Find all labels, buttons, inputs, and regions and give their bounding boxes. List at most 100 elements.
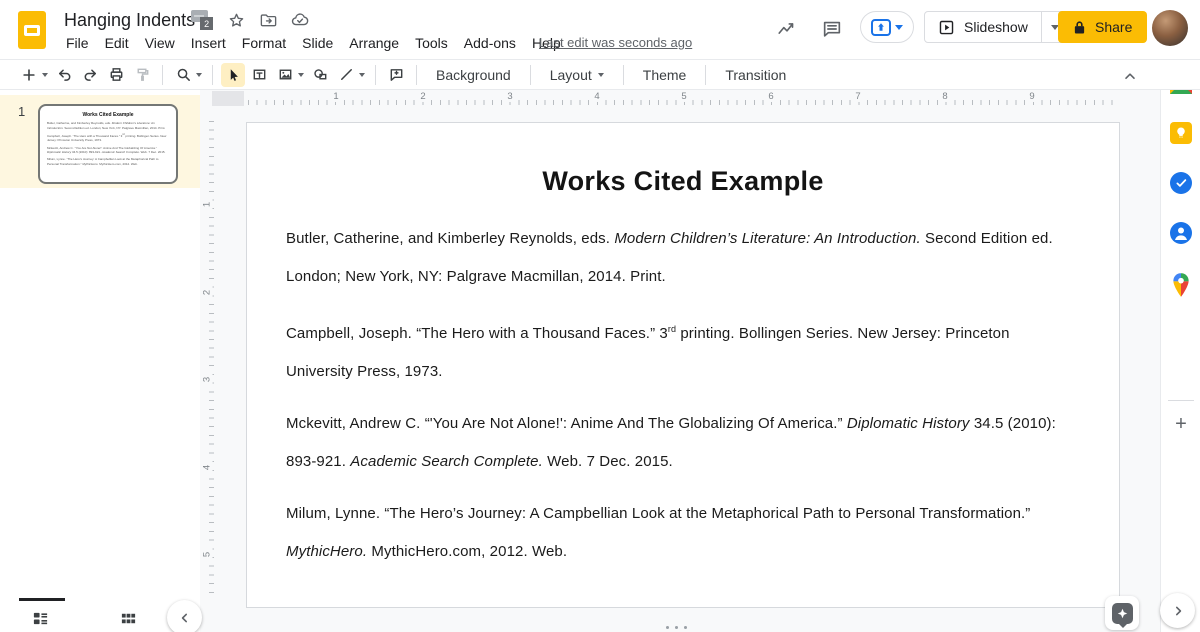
vruler-number: 2: [202, 285, 213, 299]
background-button[interactable]: Background: [424, 64, 523, 86]
citation: Butler, Catherine, and Kimberley Reynold…: [47, 121, 169, 130]
slides-logo[interactable]: [18, 11, 46, 49]
tasks-icon[interactable]: [1169, 171, 1193, 195]
menu-format[interactable]: Format: [234, 33, 294, 53]
insert-comment-button[interactable]: [384, 63, 408, 87]
share-button[interactable]: Share: [1058, 11, 1147, 43]
cloud-saved-icon[interactable]: [289, 9, 311, 31]
theme-button[interactable]: Theme: [631, 64, 699, 86]
toolbar: Background Layout Theme Transition: [0, 60, 1200, 90]
slide-number: 1: [18, 104, 25, 119]
collaborator-count: 2: [200, 17, 213, 30]
insert-line-button[interactable]: [334, 63, 358, 87]
account-avatar[interactable]: [1152, 10, 1188, 46]
vertical-ruler: 12345: [200, 107, 216, 617]
menu-tools[interactable]: Tools: [407, 33, 456, 53]
slideshow-button[interactable]: Slideshow: [925, 12, 1041, 42]
slideshow-icon: [938, 19, 955, 36]
share-label: Share: [1095, 19, 1132, 35]
zoom-button[interactable]: [171, 63, 195, 87]
select-tool-button[interactable]: [221, 63, 245, 87]
menu-file[interactable]: File: [58, 33, 97, 53]
thumbnail-content: Butler, Catherine, and Kimberley Reynold…: [47, 121, 169, 167]
redo-button[interactable]: [78, 63, 102, 87]
slides-logo-glyph: [24, 25, 40, 36]
collaborator-cursor-badge: 2: [191, 9, 217, 31]
insert-image-button[interactable]: [273, 63, 297, 87]
menu-arrange[interactable]: Arrange: [341, 33, 407, 53]
contacts-icon[interactable]: [1169, 221, 1193, 245]
menu-view[interactable]: View: [137, 33, 183, 53]
present-to-meeting-button[interactable]: [860, 11, 914, 43]
menu-edit[interactable]: Edit: [97, 33, 137, 53]
vruler-number: 4: [202, 460, 213, 474]
sidebar-divider: [1168, 400, 1194, 401]
hruler-number: 9: [1026, 91, 1037, 102]
present-dropdown-icon[interactable]: [895, 25, 903, 30]
citation: Campbell, Joseph. “The Hero with a Thous…: [286, 310, 1078, 391]
last-edit-link[interactable]: Last edit was seconds ago: [539, 35, 692, 50]
new-slide-button[interactable]: [17, 63, 41, 87]
vruler-number: 5: [202, 548, 213, 562]
expand-side-panel-button[interactable]: [1160, 593, 1195, 628]
activity-icon[interactable]: [773, 15, 801, 43]
explore-icon: [1112, 603, 1133, 624]
image-dropdown-icon[interactable]: [298, 73, 304, 77]
hruler-number: 4: [591, 91, 602, 102]
thumbnail-title: Works Cited Example: [47, 112, 169, 118]
line-dropdown-icon[interactable]: [359, 73, 365, 77]
grid-view-button[interactable]: [116, 607, 140, 629]
maps-icon[interactable]: [1169, 271, 1193, 299]
layout-dropdown-icon: [598, 73, 604, 77]
layout-label: Layout: [550, 67, 592, 83]
star-icon[interactable]: [225, 9, 247, 31]
active-view-indicator: [19, 598, 65, 601]
slide-thumbnail[interactable]: Works Cited Example Butler, Catherine, a…: [38, 104, 178, 184]
text-box-button[interactable]: [247, 63, 271, 87]
menu-addons[interactable]: Add-ons: [456, 33, 524, 53]
lock-icon: [1073, 20, 1086, 35]
slideshow-label: Slideshow: [964, 19, 1028, 35]
document-title[interactable]: Hanging Indents: [64, 10, 195, 31]
top-bar: Hanging Indents 2 FileEditViewInsertForm…: [0, 0, 1200, 60]
undo-button[interactable]: [52, 63, 76, 87]
filmstrip-panel: 1 Works Cited Example Butler, Catherine,…: [0, 90, 200, 600]
paint-format-button[interactable]: [130, 63, 154, 87]
document-title-row: Hanging Indents 2: [64, 7, 311, 33]
print-button[interactable]: [104, 63, 128, 87]
citation: Mckevitt, Andrew C. “'You Are Not Alone!…: [47, 146, 169, 155]
menu-slide[interactable]: Slide: [294, 33, 341, 53]
citation: Milum, Lynne. “The Hero’s Journey: A Cam…: [286, 495, 1078, 571]
explore-button[interactable]: [1105, 596, 1139, 630]
insert-shape-button[interactable]: [308, 63, 332, 87]
editing-canvas: 123456789 12345 Works Cited Example Butl…: [200, 90, 1160, 632]
notes-resize-handle[interactable]: [666, 626, 687, 629]
slide-page[interactable]: Works Cited Example Butler, Catherine, a…: [246, 122, 1120, 608]
hruler-number: 7: [852, 91, 863, 102]
new-slide-dropdown-icon[interactable]: [42, 73, 48, 77]
horizontal-ruler: 123456789: [200, 90, 1155, 107]
filmstrip-view-button[interactable]: [28, 607, 52, 629]
layout-button[interactable]: Layout: [538, 64, 616, 86]
slide-title[interactable]: Works Cited Example: [247, 161, 1119, 201]
menu-insert[interactable]: Insert: [183, 33, 234, 53]
hruler-number: 3: [504, 91, 515, 102]
citation: Mckevitt, Andrew C. “'You Are Not Alone!…: [286, 405, 1078, 481]
hruler-number: 6: [765, 91, 776, 102]
comments-icon[interactable]: [818, 15, 846, 43]
citation: Campbell, Joseph. “The Hero with a Thous…: [47, 133, 169, 143]
google-slides-window: Hanging Indents 2 FileEditViewInsertForm…: [0, 0, 1200, 632]
collapse-filmstrip-button[interactable]: [167, 600, 202, 632]
citation: Butler, Catherine, and Kimberley Reynold…: [286, 220, 1078, 296]
transition-button[interactable]: Transition: [713, 64, 798, 86]
hruler-number: 2: [417, 91, 428, 102]
add-addon-button[interactable]: +: [1169, 412, 1193, 436]
move-folder-icon[interactable]: [257, 9, 279, 31]
menu-bar: FileEditViewInsertFormatSlideArrangeTool…: [58, 32, 569, 54]
keep-icon[interactable]: [1169, 121, 1193, 145]
slide-thumbnail-row-selected[interactable]: 1 Works Cited Example Butler, Catherine,…: [0, 95, 200, 188]
citations[interactable]: Butler, Catherine, and Kimberley Reynold…: [286, 220, 1078, 585]
collapse-toolbar-icon[interactable]: [1118, 64, 1142, 88]
citation: Milum, Lynne. “The Hero’s Journey: A Cam…: [47, 157, 169, 166]
zoom-dropdown-icon[interactable]: [196, 73, 202, 77]
